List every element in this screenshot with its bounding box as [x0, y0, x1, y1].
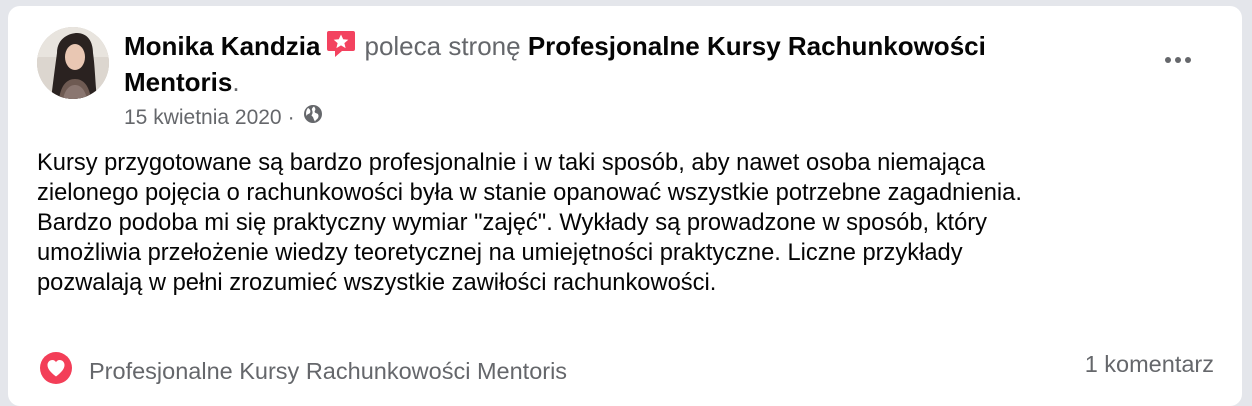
- globe-icon[interactable]: [303, 104, 323, 131]
- post-header: Monika Kandzia poleca stronę Profesjonaln…: [124, 30, 1084, 99]
- reactions-summary[interactable]: Profesjonalne Kursy Rachunkowości Mentor…: [39, 351, 567, 391]
- review-text-line: pozwalają w pełni zrozumieć wszystkie za…: [37, 270, 717, 296]
- review-text: Kursy przygotowane są bardzo profesjonal…: [37, 148, 1217, 298]
- review-text-line: Kursy przygotowane są bardzo profesjonal…: [37, 150, 986, 176]
- review-text-line: Bardzo podoba mi się praktyczny wymiar "…: [37, 210, 988, 236]
- author-name-link[interactable]: Monika Kandzia: [124, 31, 320, 61]
- reactor-name: Profesjonalne Kursy Rachunkowości Mentor…: [89, 357, 568, 384]
- post-date-link[interactable]: 15 kwietnia 2020: [124, 105, 282, 131]
- heart-icon: [39, 351, 73, 391]
- more-dot-icon: [1185, 57, 1191, 63]
- comments-count-link[interactable]: 1 komentarz: [1085, 351, 1214, 378]
- author-avatar[interactable]: [37, 27, 109, 99]
- more-dot-icon: [1175, 57, 1181, 63]
- recommend-verb: poleca stronę: [364, 31, 521, 61]
- star-recommend-icon: [326, 30, 356, 66]
- review-text-line: zielonego pojęcia o rachunkowości była w…: [37, 180, 1022, 206]
- meta-separator: ·: [287, 105, 295, 129]
- avatar-photo: [37, 27, 109, 99]
- more-options-button[interactable]: [1158, 48, 1198, 72]
- review-card: Monika Kandzia poleca stronę Profesjonaln…: [8, 6, 1242, 406]
- header-period: .: [232, 67, 240, 97]
- review-text-line: umożliwia przełożenie wiedzy teoretyczne…: [37, 240, 963, 266]
- post-meta: 15 kwietnia 2020 ·: [124, 104, 323, 131]
- more-dot-icon: [1165, 57, 1171, 63]
